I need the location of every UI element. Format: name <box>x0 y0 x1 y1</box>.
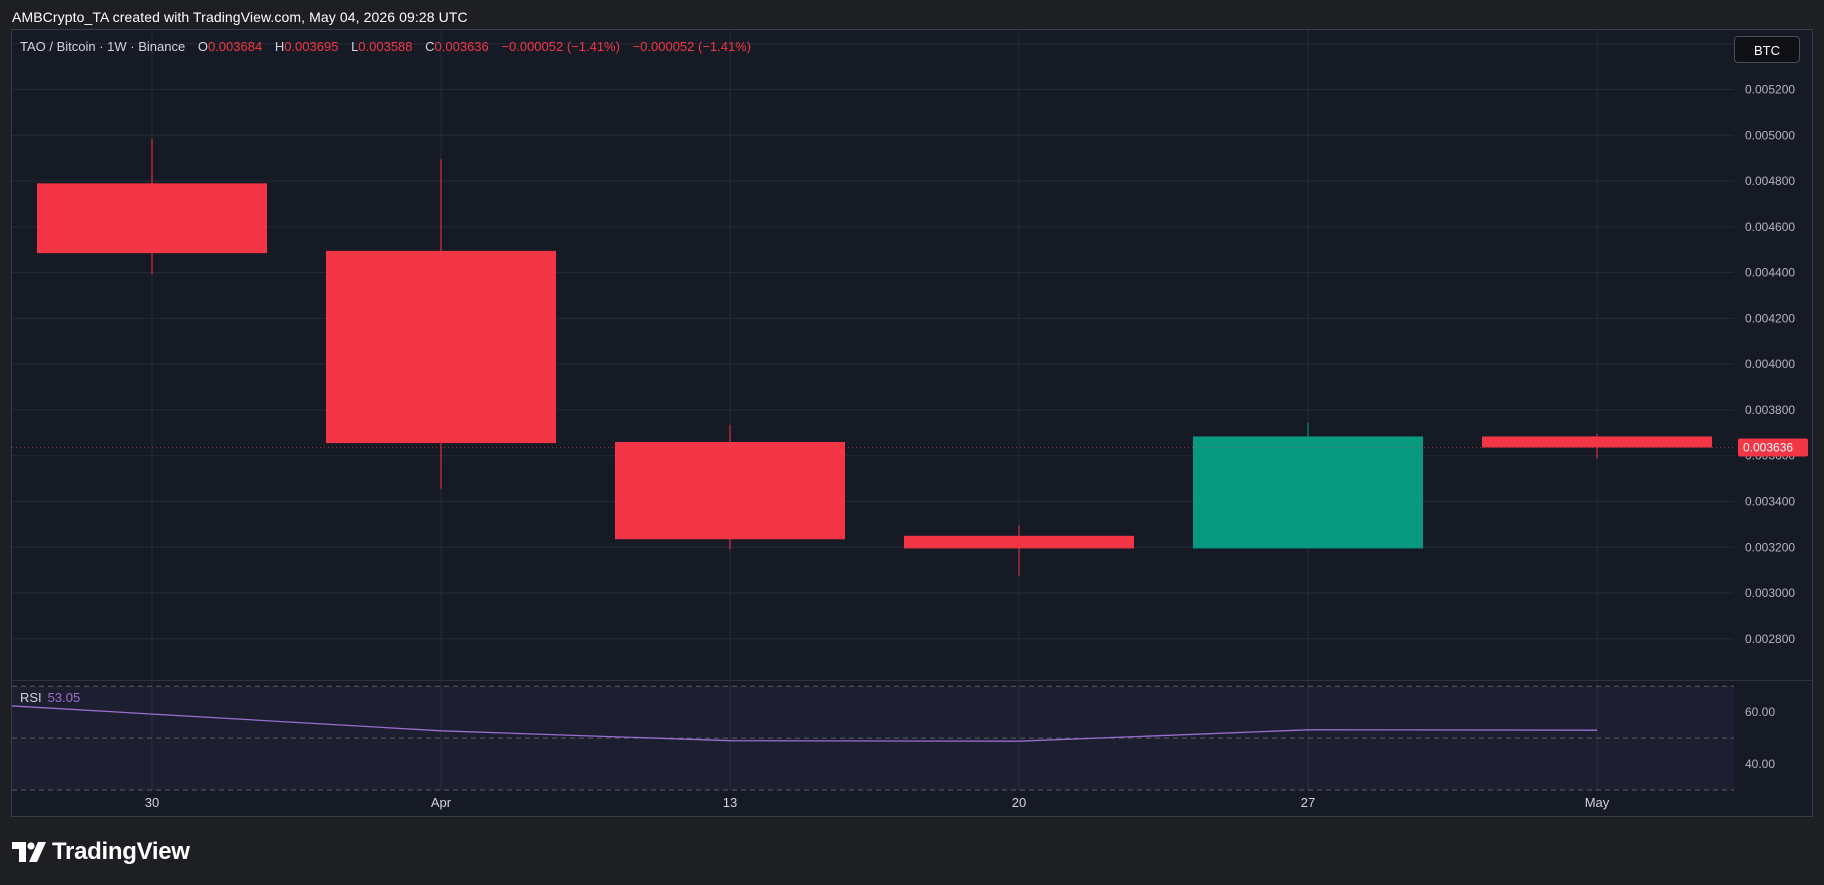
price-chart[interactable]: 0.0054000.0052000.0050000.0048000.004600… <box>12 30 1812 816</box>
legend-high-label: H <box>274 39 285 54</box>
rsi-legend: RSI 53.05 <box>20 690 80 705</box>
legend-low-value: 0.003588 <box>358 39 413 54</box>
legend-close-label: C <box>425 39 435 54</box>
y-tick-label: 0.004000 <box>1745 357 1795 371</box>
y-tick-label: 0.003000 <box>1745 586 1795 600</box>
x-tick-label: May <box>1585 795 1610 810</box>
chart-frame[interactable]: 0.0054000.0052000.0050000.0048000.004600… <box>11 29 1813 817</box>
rsi-legend-name: RSI <box>20 690 42 705</box>
rsi-tick-label: 60.00 <box>1745 705 1775 719</box>
currency-button[interactable]: BTC <box>1734 36 1800 63</box>
tradingview-logo-text: TradingView <box>52 838 190 865</box>
legend-high-value: 0.003695 <box>284 39 339 54</box>
chart-attribution: AMBCrypto_TA created with TradingView.co… <box>12 9 468 25</box>
legend-change: −0.000052 (−1.41%) <box>501 39 620 54</box>
grid-lines <box>12 30 1812 790</box>
symbol-legend: TAO / Bitcoin · 1W · Binance O0.003684 H… <box>20 39 751 54</box>
rsi-legend-value: 53.05 <box>47 690 81 705</box>
y-tick-label: 0.002800 <box>1745 632 1795 646</box>
y-tick-label: 0.005200 <box>1745 83 1795 97</box>
y-tick-label: 0.004800 <box>1745 174 1795 188</box>
legend-close-value: 0.003636 <box>434 39 489 54</box>
legend-open-value: 0.003684 <box>207 39 263 54</box>
legend-symbol: TAO / Bitcoin · 1W · Binance <box>20 39 186 54</box>
y-tick-label: 0.003800 <box>1745 403 1795 417</box>
x-tick-label: 30 <box>145 795 159 810</box>
y-tick-label: 0.005000 <box>1745 128 1795 142</box>
candle-body <box>904 535 1134 549</box>
rsi-tick-label: 40.00 <box>1745 757 1775 771</box>
tradingview-logo: TradingView <box>12 838 190 866</box>
candles <box>37 138 1712 576</box>
x-tick-label: 13 <box>723 795 737 810</box>
last-price-label: 0.003636 <box>1743 440 1793 454</box>
y-tick-label: 0.004600 <box>1745 220 1795 234</box>
x-tick-label: 27 <box>1301 795 1315 810</box>
rsi-band-fill <box>12 686 1734 790</box>
y-tick-label: 0.003200 <box>1745 540 1795 554</box>
candle-body <box>1482 436 1712 448</box>
candle-body <box>615 441 845 540</box>
legend-change-secondary: −0.000052 (−1.41%) <box>632 39 752 54</box>
candle-body <box>326 250 556 444</box>
rsi-band <box>12 685 1734 791</box>
candle-body <box>1193 436 1423 549</box>
x-tick-label: 20 <box>1012 795 1026 810</box>
tradingview-logo-icon <box>12 842 46 862</box>
y-tick-label: 0.004400 <box>1745 266 1795 280</box>
legend-open-label: O <box>197 39 208 54</box>
y-tick-label: 0.004200 <box>1745 311 1795 325</box>
y-tick-label: 0.003400 <box>1745 494 1795 508</box>
x-tick-label: Apr <box>431 795 452 810</box>
candle-body <box>37 183 267 254</box>
